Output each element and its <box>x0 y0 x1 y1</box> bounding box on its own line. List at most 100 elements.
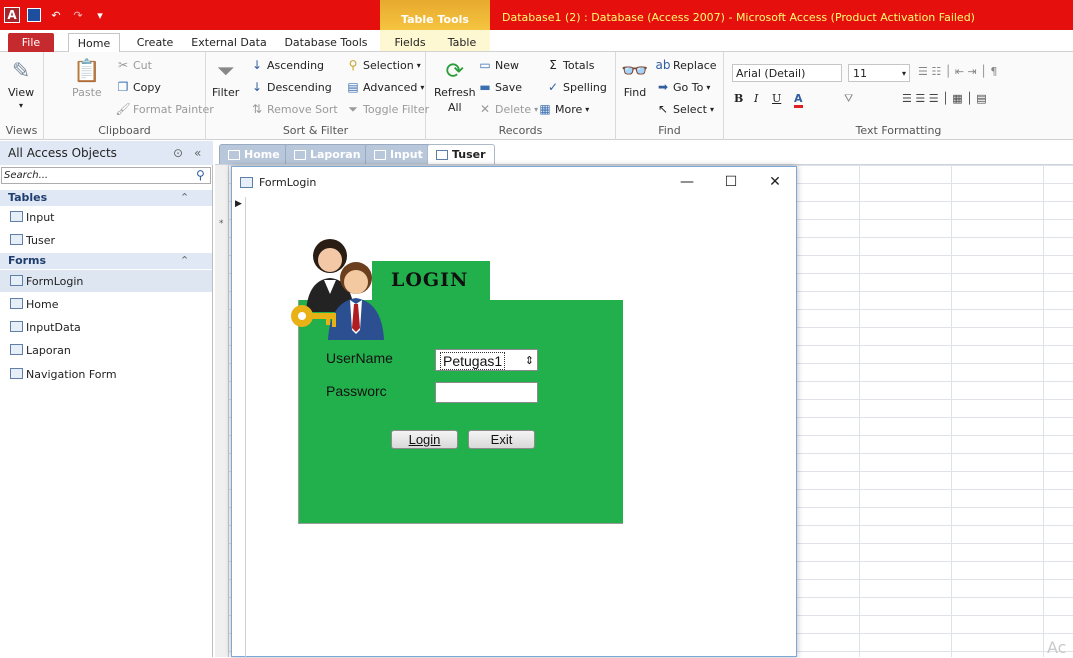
remove-sort-button[interactable]: ⇅ Remove Sort <box>250 102 338 116</box>
goto-button[interactable]: ➡ Go To ▾ <box>656 80 710 94</box>
format-painter-button[interactable]: 🖌 Format Painter <box>115 102 213 116</box>
nav-section-tables[interactable]: Tables ⌃ <box>0 190 212 206</box>
view-button[interactable]: ✎ View ▾ <box>8 58 34 111</box>
refresh-all-button[interactable]: ⟳ Refresh All <box>434 58 476 115</box>
nav-item-form-formlogin[interactable]: FormLogin <box>0 270 212 292</box>
save-record-button[interactable]: ▬ Save <box>478 80 522 94</box>
undo-icon[interactable]: ↶ <box>48 7 64 23</box>
ascending-button[interactable]: ↓ Ascending <box>250 58 324 72</box>
activation-watermark: Ac <box>1047 638 1067 657</box>
font-size-combo[interactable]: 11 ▾ <box>848 64 910 82</box>
doc-tab-home[interactable]: Home <box>219 144 289 164</box>
nav-item-table-tuser[interactable]: Tuser <box>0 229 212 251</box>
replace-icon: ab <box>655 58 671 72</box>
nav-item-form-navigation-form[interactable]: Navigation Form <box>0 363 212 385</box>
select-button[interactable]: ↖ Select ▾ <box>656 102 714 116</box>
descending-button[interactable]: ↓ Descending <box>250 80 332 94</box>
ribbon-tab-row: File Home Create External Data Database … <box>0 30 1073 52</box>
nav-menu-icon[interactable]: ⊙ <box>173 146 183 160</box>
group-sort-filter: ⏷ Filter ↓ Ascending ↓ Descending ⇅ Remove … <box>206 52 429 140</box>
search-icon[interactable]: ⚲ <box>196 168 205 182</box>
nav-item-form-home[interactable]: Home <box>0 293 212 315</box>
tab-home[interactable]: Home <box>68 33 120 52</box>
tab-external-data[interactable]: External Data <box>190 33 268 52</box>
doc-tab-laporan[interactable]: Laporan <box>285 144 370 164</box>
more-button[interactable]: ▦ More ▾ <box>538 102 589 116</box>
font-color-icon[interactable]: A <box>794 92 803 108</box>
underline-button[interactable]: U <box>772 92 781 105</box>
delete-record-button[interactable]: ✕ Delete ▾ <box>478 102 538 116</box>
new-record-marker-icon: * <box>219 219 224 229</box>
list-format-icons[interactable]: ☰ ☷ │ ⇤ ⇥ │ ¶ <box>918 65 997 78</box>
binoculars-icon: 👓 <box>621 58 649 84</box>
username-combo[interactable]: Petugas1 ⇕ <box>435 349 538 371</box>
group-label-records: Records <box>498 124 543 137</box>
advanced-button[interactable]: ▤ Advanced ▾ <box>346 80 424 94</box>
new-record-button[interactable]: ▭ New <box>478 58 519 72</box>
form-record-selector[interactable]: ▶ <box>232 197 246 658</box>
sort-ascending-icon: ↓ <box>251 58 263 72</box>
form-icon <box>294 149 306 160</box>
selection-button[interactable]: ⚲ Selection ▾ <box>346 58 421 72</box>
customize-qat-icon[interactable]: ▾ <box>92 7 108 23</box>
tab-file[interactable]: File <box>8 33 54 52</box>
doc-tab-input[interactable]: Input <box>365 144 432 164</box>
nav-pane-header[interactable]: All Access Objects ⊙ « <box>0 141 213 165</box>
replace-button[interactable]: ab Replace <box>656 58 717 72</box>
table-icon <box>436 149 448 160</box>
cut-button[interactable]: ✂ Cut <box>116 58 152 72</box>
font-name-combo[interactable]: Arial (Detail) <box>732 64 842 82</box>
group-find: 👓 Find ab Replace ➡ Go To ▾ ↖ Select ▾ Find <box>616 52 724 140</box>
tab-fields[interactable]: Fields <box>388 33 432 52</box>
password-field[interactable] <box>435 382 538 403</box>
remove-sort-icon: ⇅ <box>251 102 263 116</box>
ribbon: ✎ View ▾ Views 📋 Paste ✂ Cut ❐ Copy 🖌 Format… <box>0 52 1073 140</box>
selection-filter-icon: ⚲ <box>348 58 358 72</box>
totals-button[interactable]: Σ Totals <box>546 58 594 72</box>
formlogin-title-bar[interactable]: FormLogin <box>232 167 796 197</box>
doc-tab-tuser[interactable]: Tuser <box>427 144 495 164</box>
copy-button[interactable]: ❐ Copy <box>116 80 161 94</box>
nav-search-input[interactable]: Search... <box>1 167 211 184</box>
save-icon[interactable] <box>26 7 42 23</box>
nav-item-table-input[interactable]: Input <box>0 206 212 228</box>
login-button[interactable]: Login <box>391 430 458 449</box>
nav-item-form-laporan[interactable]: Laporan <box>0 339 212 361</box>
tab-database-tools[interactable]: Database Tools <box>282 33 370 52</box>
bold-button[interactable]: B <box>734 92 743 105</box>
maximize-button[interactable]: ☐ <box>716 171 746 193</box>
minimize-button[interactable]: — <box>672 171 702 193</box>
more-icon: ▦ <box>539 102 551 116</box>
quick-access-toolbar: A ↶ ↷ ▾ <box>4 5 108 25</box>
close-button[interactable]: ✕ <box>760 171 790 193</box>
nav-section-forms[interactable]: Forms ⌃ <box>0 253 212 269</box>
spelling-button[interactable]: ✓ Spelling <box>546 80 607 94</box>
scissors-icon: ✂ <box>117 58 129 72</box>
clipboard-icon: 📋 <box>73 58 101 84</box>
goto-arrow-icon: ➡ <box>657 80 669 94</box>
spinner-icon[interactable]: ⇕ <box>525 354 534 367</box>
italic-button[interactable]: I <box>754 92 758 105</box>
background-color-icon[interactable]: ⛛ <box>844 92 853 106</box>
tab-create[interactable]: Create <box>134 33 176 52</box>
copy-icon: ❐ <box>117 80 129 94</box>
new-record-icon: ▭ <box>479 58 491 72</box>
table-icon <box>10 211 23 222</box>
shutter-close-icon[interactable]: « <box>194 146 201 160</box>
find-button[interactable]: 👓 Find <box>621 58 649 100</box>
align-icons[interactable]: ☰ ☰ ☰ │ ▦ │ ▤ <box>902 92 987 105</box>
spelling-icon: ✓ <box>547 80 559 94</box>
form-icon <box>10 298 23 309</box>
paste-button[interactable]: 📋 Paste <box>72 58 102 100</box>
access-app-icon[interactable]: A <box>4 7 20 23</box>
window-title: Database1 (2) : Database (Access 2007) -… <box>502 11 975 24</box>
collapse-icon: ⌃ <box>180 191 190 204</box>
exit-button[interactable]: Exit <box>468 430 535 449</box>
tab-table[interactable]: Table <box>442 33 482 52</box>
form-icon <box>10 321 23 332</box>
redo-icon[interactable]: ↷ <box>70 7 86 23</box>
filter-button[interactable]: ⏷ Filter <box>212 58 239 100</box>
toggle-filter-button[interactable]: ⏷ Toggle Filter <box>346 102 429 116</box>
delete-icon: ✕ <box>479 102 491 116</box>
nav-item-form-inputdata[interactable]: InputData <box>0 316 212 338</box>
